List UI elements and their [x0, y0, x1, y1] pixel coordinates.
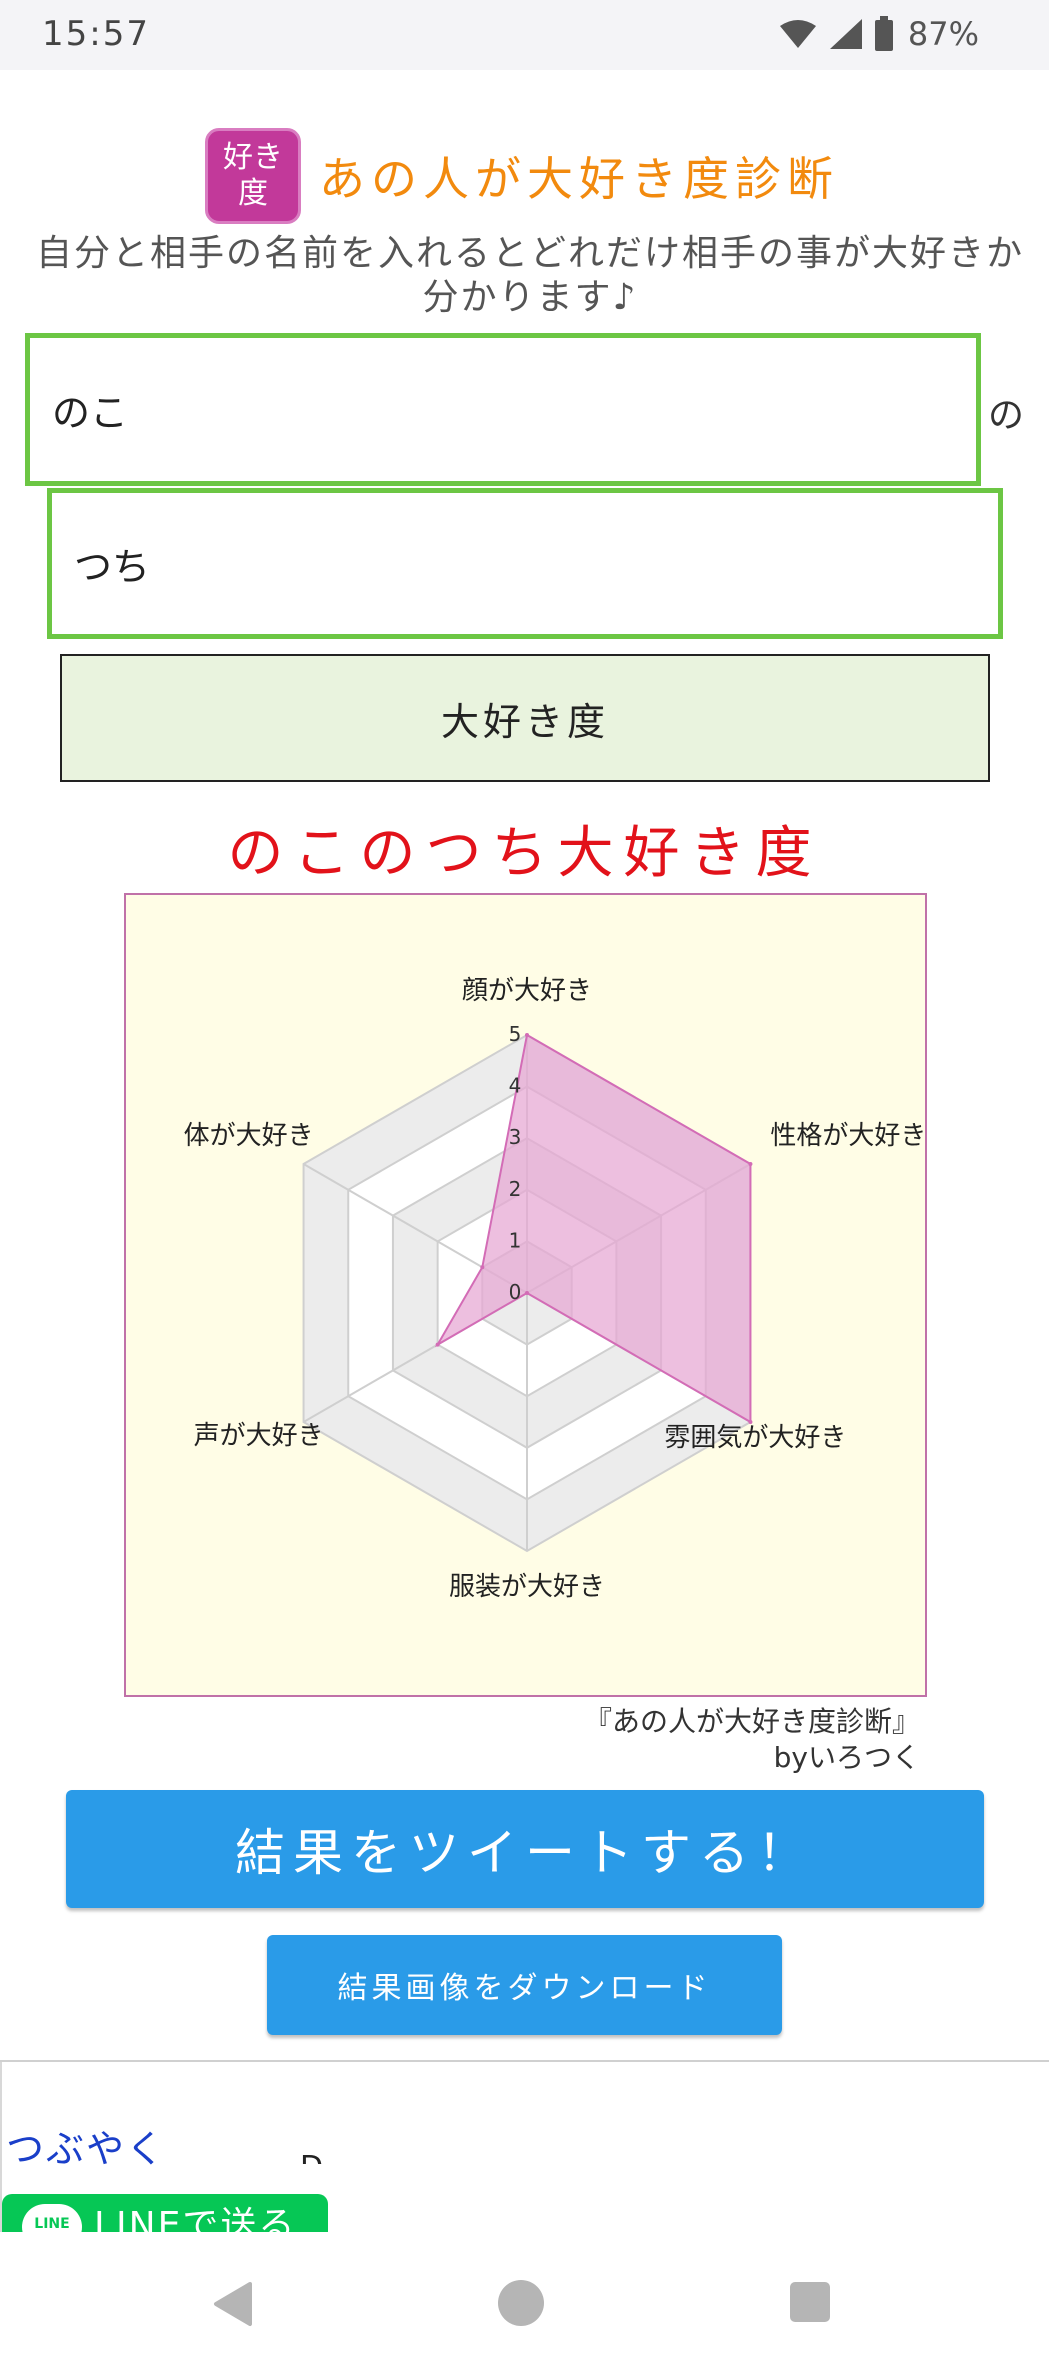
tweet-result-button[interactable]: 結果をツイートする！ [66, 1790, 984, 1908]
particle-label: の [988, 395, 1025, 436]
partial-text: D [300, 2150, 323, 2164]
radar-chart: 0 1 2 3 4 5 顔が大好き性格が大好き雰囲気が大好き服装が大好き 声が大好き 体が大好き [184, 976, 927, 1602]
radar-data-point [480, 1265, 485, 1270]
wifi-icon [779, 20, 816, 48]
back-icon[interactable] [210, 2280, 254, 2328]
section-divider [0, 2060, 1049, 2062]
radar-data-point [435, 1342, 440, 1347]
radar-category-label: 体が大好き [184, 1121, 314, 1151]
signal-icon [829, 19, 862, 49]
line-share-button[interactable]: LINE LINEで送る [2, 2194, 328, 2232]
recent-apps-icon[interactable] [790, 2282, 830, 2322]
status-time: 15:57 [42, 14, 150, 54]
download-image-button[interactable]: 結果画像をダウンロード [267, 1935, 782, 2035]
app-description: 自分と相手の名前を入れるとどれだけ相手の事が大好きか分かります♪ [35, 233, 1024, 318]
radar-tick-label: 2 [509, 1177, 522, 1201]
system-nav-bar [0, 2236, 1049, 2364]
tweet-link[interactable]: つぶやく [6, 2118, 166, 2173]
radar-tick-label: 3 [509, 1125, 522, 1149]
diagnose-button[interactable]: 大好き度 [60, 654, 990, 782]
result-chart: 0 1 2 3 4 5 顔が大好き性格が大好き雰囲気が大好き服装が大好き 声が大好き 体が大好き [124, 893, 927, 1697]
line-share-label: LINEで送る [94, 2205, 297, 2232]
radar-tick-label: 0 [509, 1280, 522, 1304]
radar-data-point [525, 1291, 529, 1295]
radar-category-label: 声が大好き [194, 1421, 324, 1451]
battery-level: 87% [907, 15, 979, 53]
radar-tick-label: 1 [509, 1228, 522, 1252]
status-icons: 87% [778, 14, 979, 54]
status-bar: 15:57 87% [0, 0, 1049, 70]
radar-data-point [748, 1162, 753, 1166]
app-title: あの人が大好き度診断 [319, 152, 839, 206]
credit-author: byいろつく [773, 1741, 920, 1774]
your-name-input[interactable]: のこ [25, 333, 981, 486]
result-title: のこのつち大好き度 [227, 821, 822, 886]
radar-category-label: 服装が大好き [449, 1572, 605, 1602]
credit-title: 『あの人が大好き度診断』 [583, 1705, 920, 1738]
radar-category-label: 性格が大好き [770, 1121, 926, 1151]
chart-credit: 『あの人が大好き度診断』 byいろつく [400, 1704, 920, 1776]
line-icon: LINE [22, 2204, 82, 2232]
app-logo: 好き度 [205, 128, 301, 224]
radar-category-label: 雰囲気が大好き [664, 1423, 846, 1453]
battery-icon [874, 16, 893, 51]
partner-name-input[interactable]: つち [47, 488, 1003, 639]
home-icon[interactable] [498, 2280, 544, 2326]
radar-tick-label: 4 [509, 1074, 522, 1098]
radar-tick-label: 5 [509, 1022, 522, 1046]
radar-category-label: 顔が大好き [462, 976, 592, 1006]
app-header: 好き度 あの人が大好き度診断 [205, 128, 839, 224]
radar-data-point [525, 1033, 529, 1037]
